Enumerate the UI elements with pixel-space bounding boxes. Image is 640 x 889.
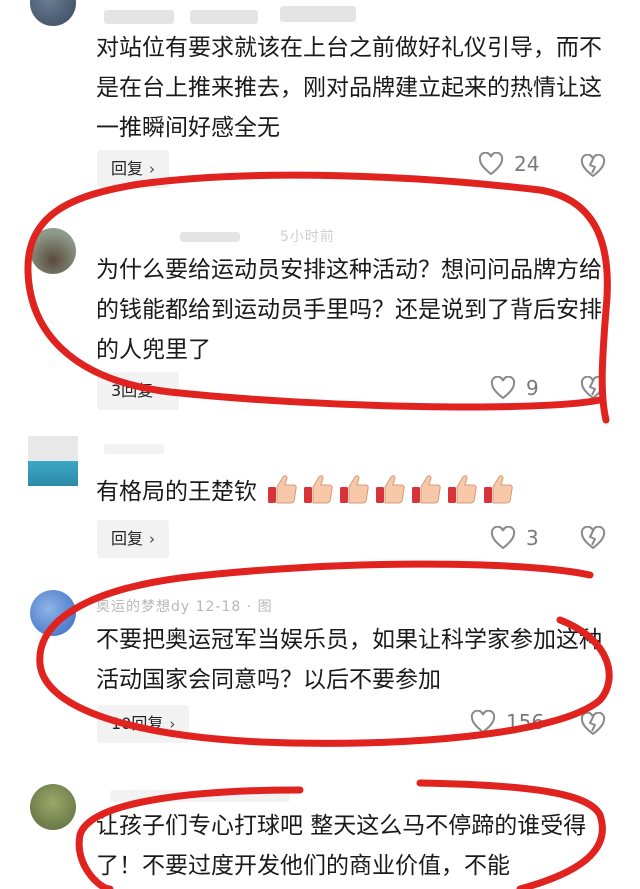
username-blur — [190, 10, 258, 24]
avatar[interactable] — [30, 784, 76, 830]
avatar[interactable] — [30, 590, 76, 636]
chevron-right-icon: › — [149, 530, 156, 548]
broken-heart-icon[interactable] — [580, 526, 606, 550]
broken-heart-icon[interactable] — [580, 712, 606, 736]
heart-icon — [470, 710, 496, 734]
username-blur — [280, 6, 356, 22]
avatar[interactable] — [30, 0, 76, 26]
comment-text-content: 有格局的王楚钦 — [96, 479, 257, 505]
reply-label: 回复 — [111, 529, 144, 548]
username-blur — [104, 10, 174, 24]
like-button[interactable]: 3 — [490, 526, 539, 550]
thumbs-up-icon — [268, 475, 298, 504]
thumbs-up-emoji-row — [268, 475, 520, 505]
thumbs-up-icon — [448, 475, 478, 504]
comment-text: 对站位有要求就该在上台之前做好礼仪引导，而不是在台上推来推去，刚对品牌建立起来的… — [96, 35, 602, 141]
broken-heart-icon[interactable] — [580, 376, 606, 400]
comment-meta: 5小时前 — [280, 229, 335, 245]
like-count: 3 — [526, 526, 539, 550]
thumbs-up-icon — [412, 475, 442, 504]
comment-text: 有格局的王楚钦 — [96, 472, 616, 512]
username-blur — [180, 232, 240, 242]
reply-button[interactable]: 3回复 › — [97, 372, 180, 410]
heart-icon — [478, 152, 504, 176]
like-button[interactable]: 9 — [490, 376, 539, 400]
like-count: 24 — [514, 152, 540, 176]
chevron-right-icon: › — [169, 715, 176, 733]
avatar[interactable] — [30, 228, 76, 274]
thumbs-up-icon — [376, 475, 406, 504]
like-count: 9 — [526, 376, 539, 400]
heart-icon — [490, 376, 516, 400]
comment-meta: 奥运的梦想dy 12-18 · 图 — [96, 599, 273, 615]
reply-button[interactable]: 回复 › — [97, 150, 170, 188]
avatar[interactable] — [28, 436, 78, 486]
comment-text: 让孩子们专心打球吧 整天这么马不停蹄的谁受得了！不要过度开发他们的商业价值，不能 — [96, 813, 587, 879]
heart-icon — [490, 526, 516, 550]
reply-button[interactable]: 回复 › — [97, 520, 170, 558]
like-count: 156 — [506, 710, 545, 734]
chevron-right-icon: › — [149, 160, 156, 178]
reply-label: 10回复 — [111, 714, 164, 733]
username-blur — [110, 790, 290, 802]
thumbs-up-icon — [340, 475, 370, 504]
reply-button[interactable]: 10回复 › — [97, 705, 190, 743]
comment-text: 为什么要给运动员安排这种活动？想问问品牌方给的钱能都给到运动员手里吗？还是说到了… — [96, 257, 602, 363]
reply-label: 回复 — [111, 159, 144, 178]
thumbs-up-icon — [304, 475, 334, 504]
broken-heart-icon[interactable] — [580, 154, 606, 178]
username-blur — [104, 444, 164, 454]
chevron-right-icon: › — [159, 382, 166, 400]
reply-label: 3回复 — [111, 381, 154, 400]
comment-text: 不要把奥运冠军当娱乐员，如果让科学家参加这种活动国家会同意吗？以后不要参加 — [96, 627, 602, 693]
like-button[interactable]: 156 — [470, 710, 544, 734]
thumbs-up-icon — [484, 475, 514, 504]
like-button[interactable]: 24 — [478, 152, 539, 176]
